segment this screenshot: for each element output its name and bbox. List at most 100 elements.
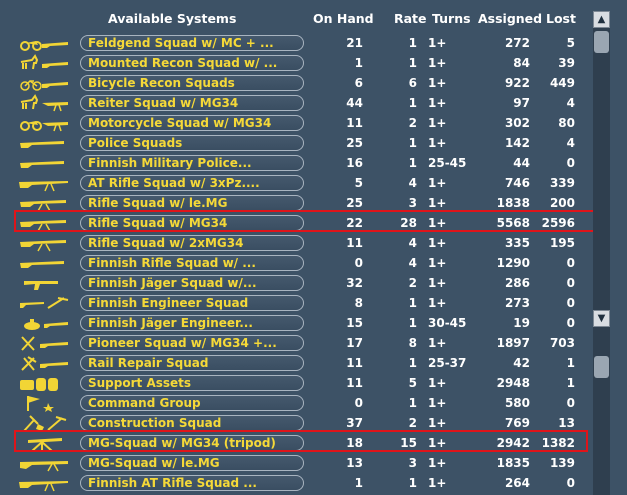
rate-value: 2: [408, 116, 417, 130]
highlight-box-rifle-squad-mg34: [14, 210, 604, 232]
system-row[interactable]: AT Rifle Squad w/ 3xPz.... 5 4 1+ 746 33…: [0, 173, 590, 193]
system-name: Mounted Recon Squad w/ ...: [88, 56, 278, 70]
turns-value: 1+: [428, 196, 447, 210]
highlight-box-mg-squad-tripod: [14, 430, 588, 452]
system-name: MG-Squad w/ le.MG: [88, 456, 220, 470]
system-row[interactable]: Command Group 0 1 1+ 580 0: [0, 393, 590, 413]
system-name: Finnish Rifle Squad w/ ...: [88, 256, 256, 270]
header-assigned: Assigned: [478, 11, 543, 26]
on-hand-value: 17: [346, 336, 363, 350]
horse-rifle-icon: [18, 54, 70, 72]
rate-value: 1: [408, 136, 417, 150]
mine-icon: [18, 314, 70, 332]
on-hand-value: 37: [346, 416, 363, 430]
system-row[interactable]: Mounted Recon Squad w/ ... 1 1 1+ 84 39: [0, 53, 590, 73]
turns-value: 30-45: [428, 316, 467, 330]
turns-value: 1+: [428, 176, 447, 190]
lost-value: 0: [566, 256, 575, 270]
rifle-icon: [18, 254, 70, 272]
tools-icon: [18, 354, 70, 372]
on-hand-value: 32: [346, 276, 363, 290]
system-row[interactable]: Police Squads 25 1 1+ 142 4: [0, 133, 590, 153]
system-name: Rail Repair Squad: [88, 356, 209, 370]
system-row[interactable]: Finnish Engineer Squad 8 1 1+ 273 0: [0, 293, 590, 313]
turns-value: 1+: [428, 116, 447, 130]
system-row[interactable]: Finnish Jäger Squad w/... 32 2 1+ 286 0: [0, 273, 590, 293]
at-rifle-icon: [18, 474, 70, 492]
scrollbar-thumb[interactable]: [594, 31, 609, 53]
system-name: Police Squads: [88, 136, 183, 150]
turns-value: 1+: [428, 56, 447, 70]
on-hand-value: 16: [346, 156, 363, 170]
system-name: Feldgend Squad w/ MC + ...: [88, 36, 274, 50]
rate-value: 5: [408, 376, 417, 390]
system-name: Construction Squad: [88, 416, 222, 430]
on-hand-value: 8: [354, 296, 363, 310]
rate-value: 1: [408, 476, 417, 490]
engineer-icon: [18, 294, 70, 312]
system-row[interactable]: Finnish Jäger Engineer... 15 1 30-45 19 …: [0, 313, 590, 333]
at-rifle-icon: [18, 174, 70, 192]
turns-value: 1+: [428, 456, 447, 470]
system-row[interactable]: Feldgend Squad w/ MC + ... 21 1 1+ 272 5: [0, 33, 590, 53]
system-row[interactable]: Reiter Squad w/ MG34 44 1 1+ 97 4: [0, 93, 590, 113]
turns-value: 1+: [428, 136, 447, 150]
system-name: Finnish Military Police...: [88, 156, 252, 170]
system-name: Command Group: [88, 396, 201, 410]
header-rate: Rate: [394, 11, 427, 26]
rate-value: 1: [408, 296, 417, 310]
turns-value: 25-45: [428, 156, 467, 170]
lost-value: 195: [549, 236, 575, 250]
on-hand-value: 11: [346, 236, 363, 250]
scroll-up-button[interactable]: ▲: [593, 11, 610, 28]
turns-value: 1+: [428, 36, 447, 50]
system-row[interactable]: Finnish Military Police... 16 1 25-45 44…: [0, 153, 590, 173]
system-row[interactable]: Rifle Squad w/ 2xMG34 11 4 1+ 335 195: [0, 233, 590, 253]
on-hand-value: 11: [346, 116, 363, 130]
lost-value: 39: [558, 56, 575, 70]
smg-icon: [18, 274, 70, 292]
system-row[interactable]: Finnish Rifle Squad w/ ... 0 4 1+ 1290 0: [0, 253, 590, 273]
lost-value: 5: [566, 36, 575, 50]
scrollbar-thumb-lower[interactable]: [594, 356, 609, 378]
turns-value: 1+: [428, 296, 447, 310]
lost-value: 0: [566, 156, 575, 170]
lost-value: 0: [566, 296, 575, 310]
system-name: Finnish Jäger Engineer...: [88, 316, 253, 330]
on-hand-value: 11: [346, 376, 363, 390]
system-name: Finnish AT Rifle Squad ...: [88, 476, 257, 490]
system-row[interactable]: MG-Squad w/ le.MG 13 3 1+ 1835 139: [0, 453, 590, 473]
on-hand-value: 13: [346, 456, 363, 470]
system-name: Reiter Squad w/ MG34: [88, 96, 239, 110]
lost-value: 13: [558, 416, 575, 430]
lost-value: 200: [549, 196, 575, 210]
system-row[interactable]: Finnish AT Rifle Squad ... 1 1 1+ 264 0: [0, 473, 590, 493]
on-hand-value: 44: [346, 96, 363, 110]
system-row[interactable]: Pioneer Squad w/ MG34 +... 17 8 1+ 1897 …: [0, 333, 590, 353]
lost-value: 4: [566, 136, 575, 150]
system-row[interactable]: Rail Repair Squad 11 1 25-37 42 1: [0, 353, 590, 373]
turns-value: 1+: [428, 256, 447, 270]
system-row[interactable]: Bicycle Recon Squads 6 6 1+ 922 449: [0, 73, 590, 93]
turns-value: 1+: [428, 276, 447, 290]
turns-value: 25-37: [428, 356, 467, 370]
rifle-icon: [18, 134, 70, 152]
on-hand-value: 11: [346, 356, 363, 370]
rate-value: 1: [408, 56, 417, 70]
rate-value: 1: [408, 356, 417, 370]
rate-value: 2: [408, 416, 417, 430]
motorcycle-rifle-icon: [18, 34, 70, 52]
system-row[interactable]: Motorcycle Squad w/ MG34 11 2 1+ 302 80: [0, 113, 590, 133]
on-hand-value: 25: [346, 196, 363, 210]
scrollbar-track[interactable]: [593, 11, 610, 495]
system-name: Rifle Squad w/ le.MG: [88, 196, 228, 210]
turns-value: 1+: [428, 236, 447, 250]
rate-value: 1: [408, 156, 417, 170]
horse-mg-icon: [18, 94, 70, 112]
system-name: Pioneer Squad w/ MG34 +...: [88, 336, 277, 350]
on-hand-value: 1: [354, 56, 363, 70]
scroll-down-button[interactable]: ▼: [593, 310, 610, 327]
system-row[interactable]: Support Assets 11 5 1+ 2948 1: [0, 373, 590, 393]
supply-barrels-icon: [18, 374, 70, 392]
system-name: Finnish Engineer Squad: [88, 296, 249, 310]
